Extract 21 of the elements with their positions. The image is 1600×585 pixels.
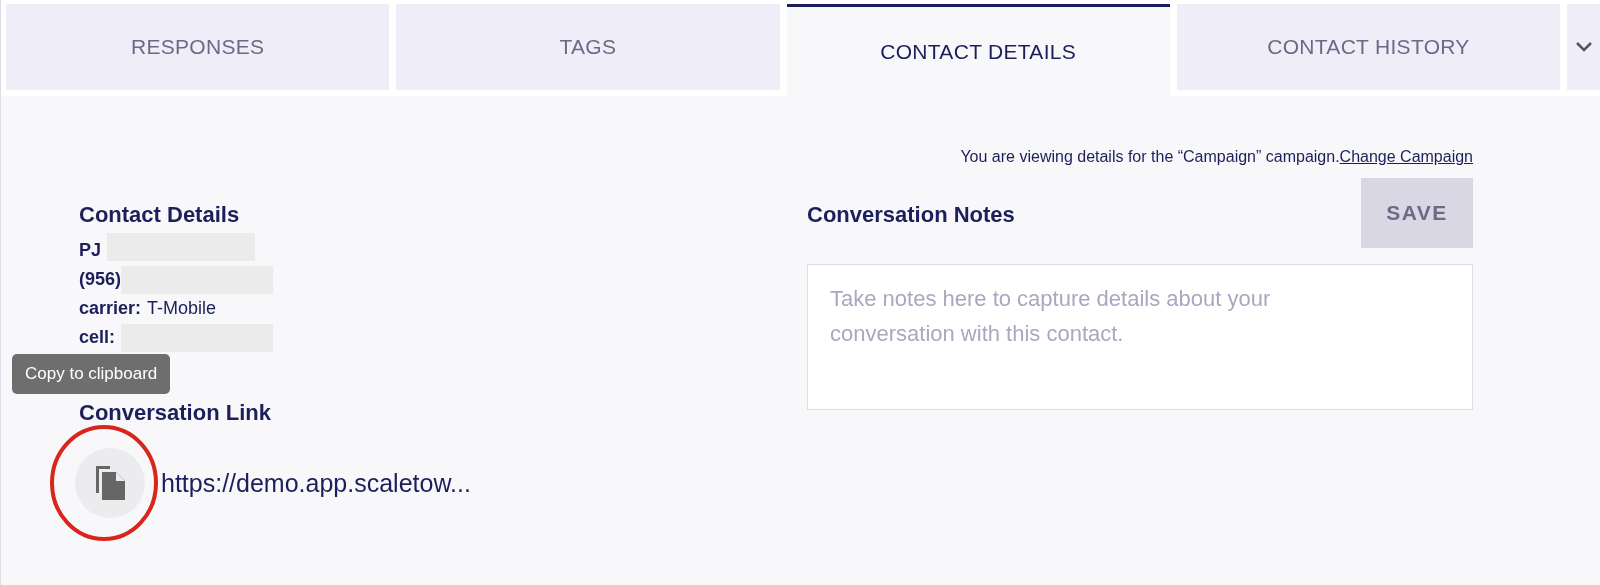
tab[interactable]: CONTACT DETAILS — [786, 4, 1170, 96]
field-value: T-Mobile — [147, 298, 217, 319]
tab[interactable]: RESPONSES — [6, 4, 390, 90]
campaign-notice: You are viewing details for the “Campaign” campaign.Change Campaign — [960, 147, 1473, 166]
section-heading: Conversation Notes — [807, 202, 1015, 228]
copy-button[interactable] — [75, 448, 145, 518]
contact-name: PJ — [79, 240, 102, 261]
save-button[interactable]: SAVE — [1361, 178, 1473, 248]
section-heading: Conversation Link — [79, 400, 272, 426]
field-label: carrier: — [79, 298, 142, 319]
copy-icon — [93, 464, 127, 502]
tooltip: Copy to clipboard — [12, 354, 171, 394]
tab[interactable]: TAGS — [396, 4, 780, 90]
tab[interactable]: CONTACT HISTORY — [1176, 4, 1561, 90]
conversation-url[interactable]: https://demo.app.scaletow... — [161, 468, 471, 498]
change-campaign-link[interactable]: Change Campaign — [1339, 148, 1473, 165]
section-heading: Contact Details — [79, 202, 241, 228]
notes-field[interactable]: Take notes here to capture details about your conversation with this contact. — [807, 264, 1473, 410]
field-label: cell: — [79, 327, 116, 348]
contact-phone: (956) — [79, 269, 122, 290]
chevron-down-icon — [1574, 41, 1593, 53]
